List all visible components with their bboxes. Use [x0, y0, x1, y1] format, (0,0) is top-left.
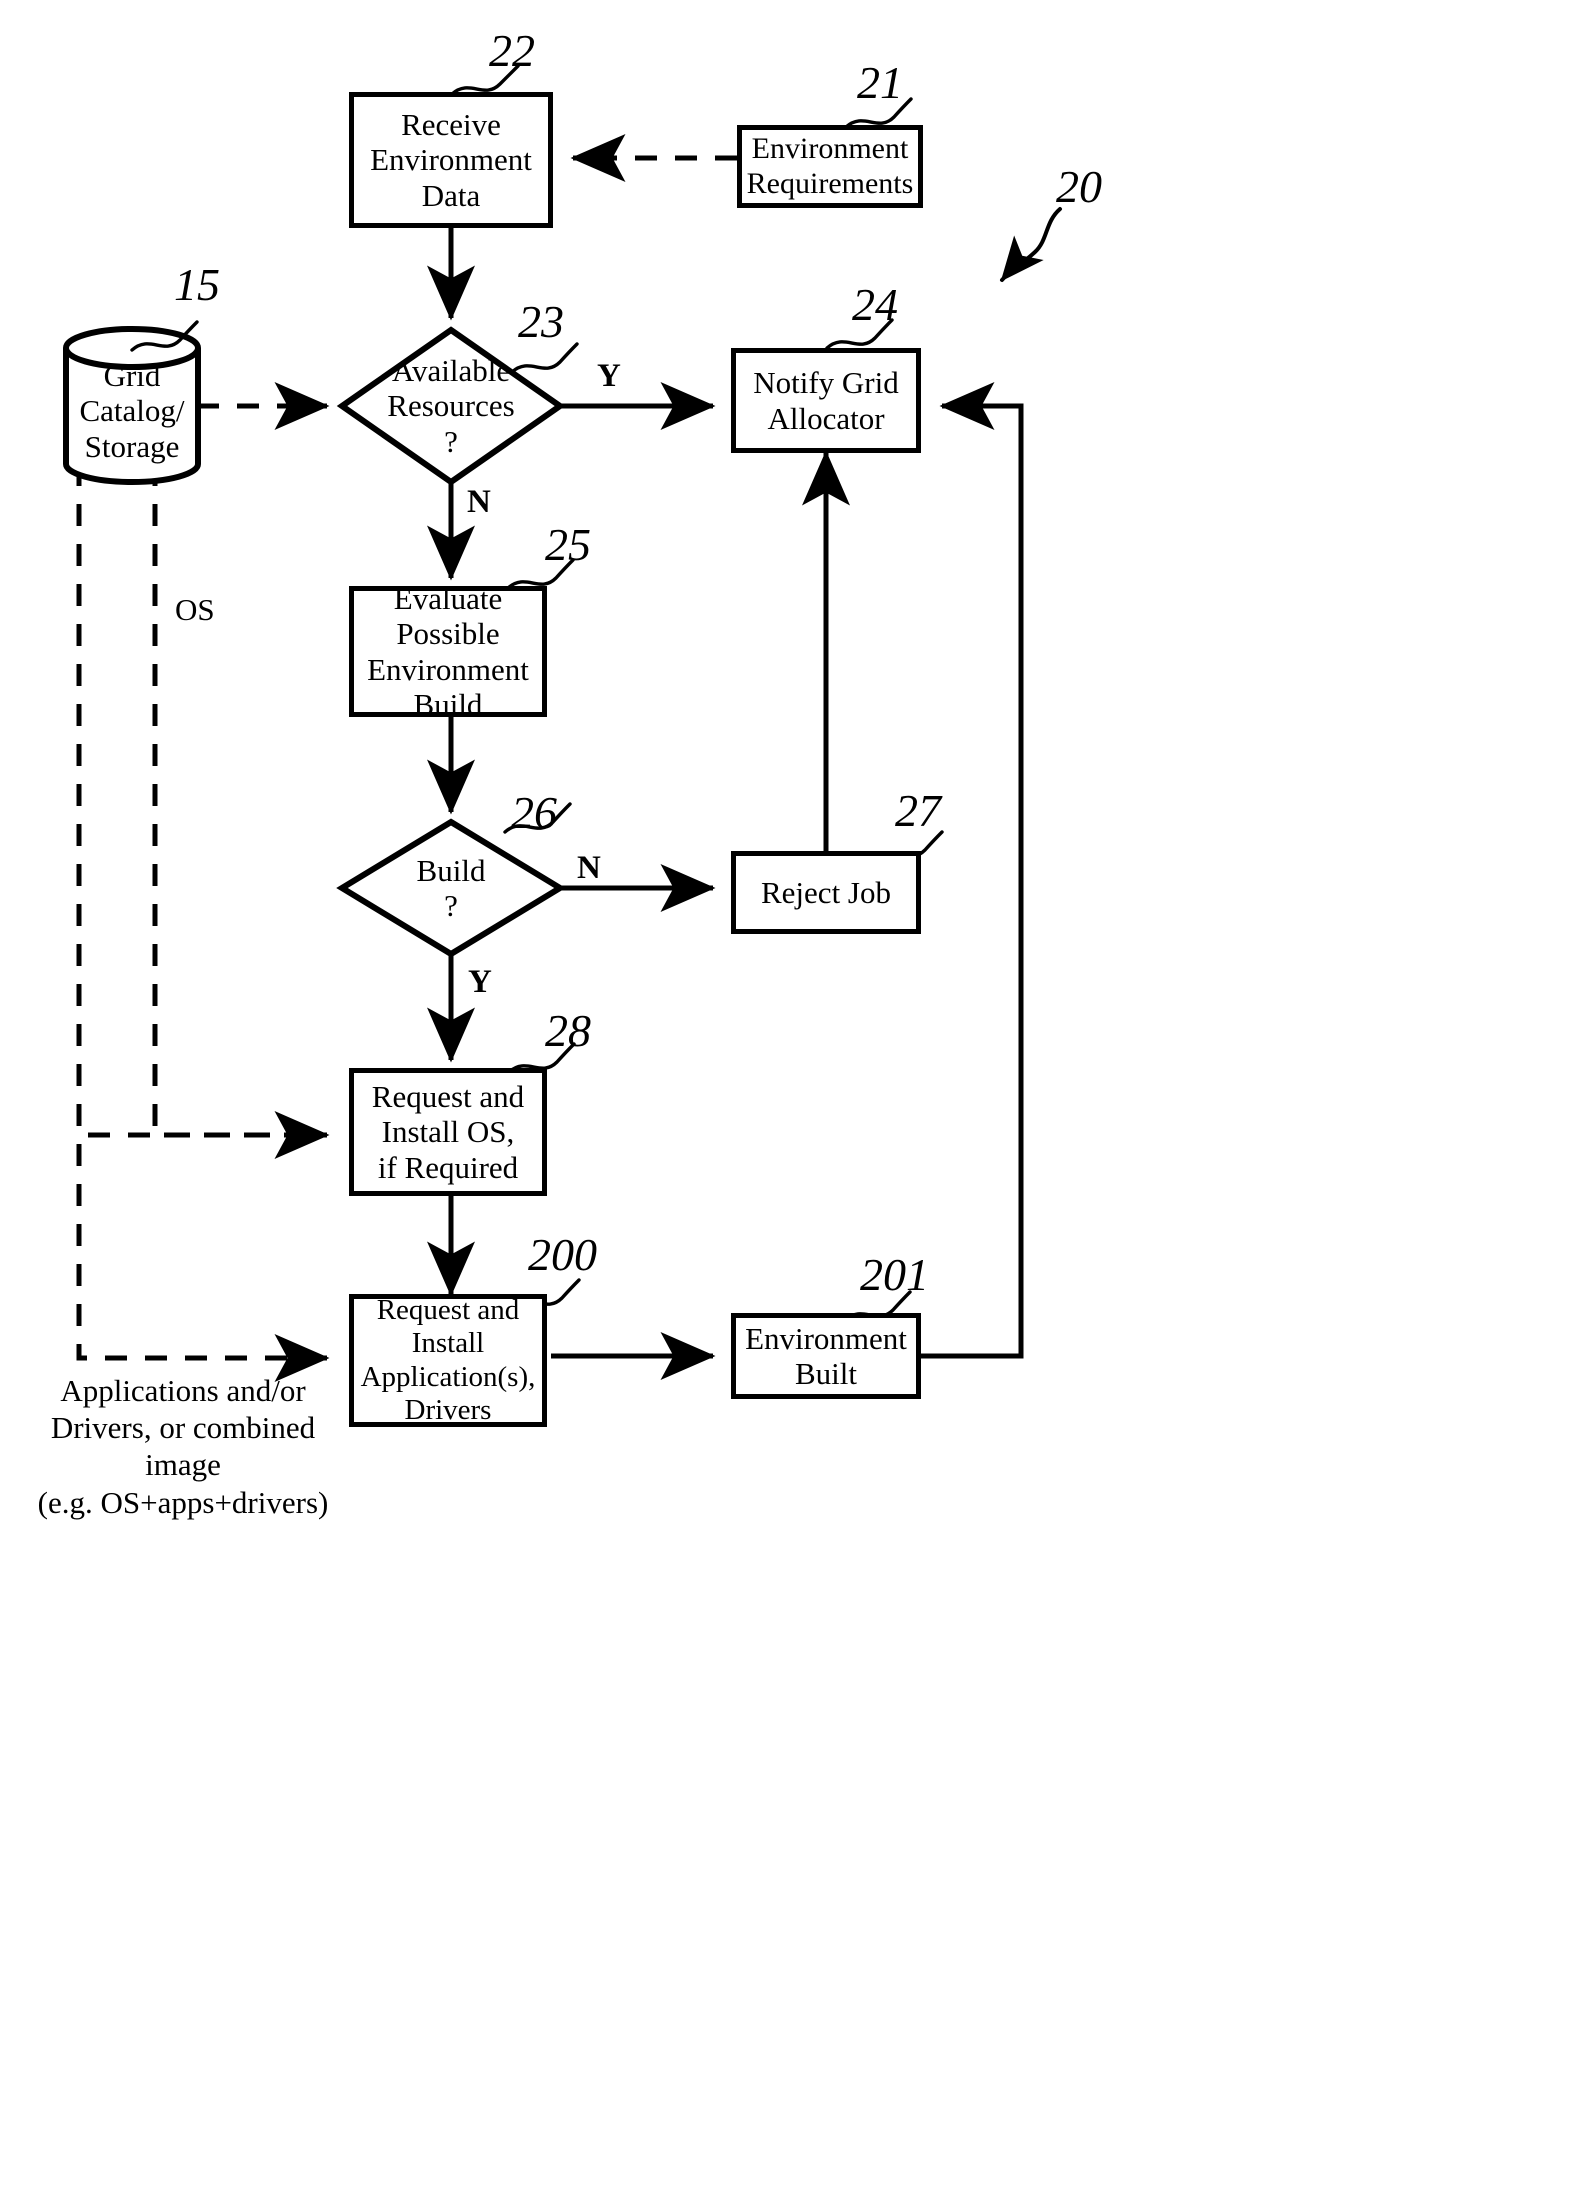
branch-build-yes: Y [468, 964, 492, 1000]
branch-available-yes: Y [597, 358, 621, 394]
ref-20: 20 [1056, 161, 1102, 212]
node-build-decision[interactable]: Build ? [342, 822, 560, 954]
node-build-decision-label: Build ? [416, 852, 486, 923]
node-receive-environment-data-label: Receive Environment Data [370, 107, 532, 213]
ref-201: 201 [860, 1249, 929, 1300]
ref-24: 24 [852, 279, 898, 330]
ref-25: 25 [545, 519, 591, 570]
ref-23: 23 [518, 296, 564, 347]
node-notify-grid-allocator[interactable]: Notify Grid Allocator [731, 348, 921, 453]
figure-canvas: 22 Receive Environment Data --> diamond … [0, 0, 1586, 2203]
node-reject-job[interactable]: Reject Job [731, 851, 921, 934]
ref-200: 200 [528, 1229, 597, 1280]
node-available-resources-label: Available Resources ? [387, 353, 515, 459]
node-environment-built[interactable]: Environment Built [731, 1313, 921, 1399]
annotation-apps-drivers-flow: Applications and/or Drivers, or combined… [37, 1373, 329, 1520]
node-environment-requirements-label: Environment Requirements [746, 132, 914, 200]
branch-available-no: N [467, 484, 491, 520]
ref-28: 28 [545, 1005, 591, 1056]
annotation-os-flow: OS [175, 592, 215, 627]
node-receive-environment-data[interactable]: Receive Environment Data [349, 92, 553, 228]
node-request-install-os[interactable]: Request and Install OS, if Required [349, 1068, 547, 1196]
ref-27: 27 [895, 785, 941, 836]
node-available-resources[interactable]: Available Resources ? [342, 330, 560, 482]
node-request-install-applications[interactable]: Request and Install Application(s), Driv… [349, 1294, 547, 1427]
ref-26: 26 [511, 787, 557, 838]
node-request-install-applications-label: Request and Install Application(s), Driv… [360, 1294, 536, 1426]
node-environment-built-label: Environment Built [745, 1320, 907, 1391]
node-evaluate-possible-environment-build[interactable]: Evaluate Possible Environment Build [349, 581, 547, 722]
node-notify-grid-allocator-label: Notify Grid Allocator [753, 365, 899, 436]
node-request-install-os-label: Request and Install OS, if Required [371, 1079, 525, 1185]
node-environment-requirements[interactable]: Environment Requirements [737, 125, 923, 208]
node-reject-job-label: Reject Job [761, 874, 891, 910]
ref-22: 22 [489, 25, 535, 76]
ref-21: 21 [857, 57, 903, 108]
node-grid-catalog-storage-label: Grid Catalog/ Storage [79, 358, 185, 464]
branch-build-no: N [577, 850, 601, 886]
ref-15: 15 [174, 259, 220, 310]
node-evaluate-possible-environment-build-label: Evaluate Possible Environment Build [367, 580, 529, 722]
connector-layer: 22 Receive Environment Data --> diamond … [63, 64, 1062, 1382]
